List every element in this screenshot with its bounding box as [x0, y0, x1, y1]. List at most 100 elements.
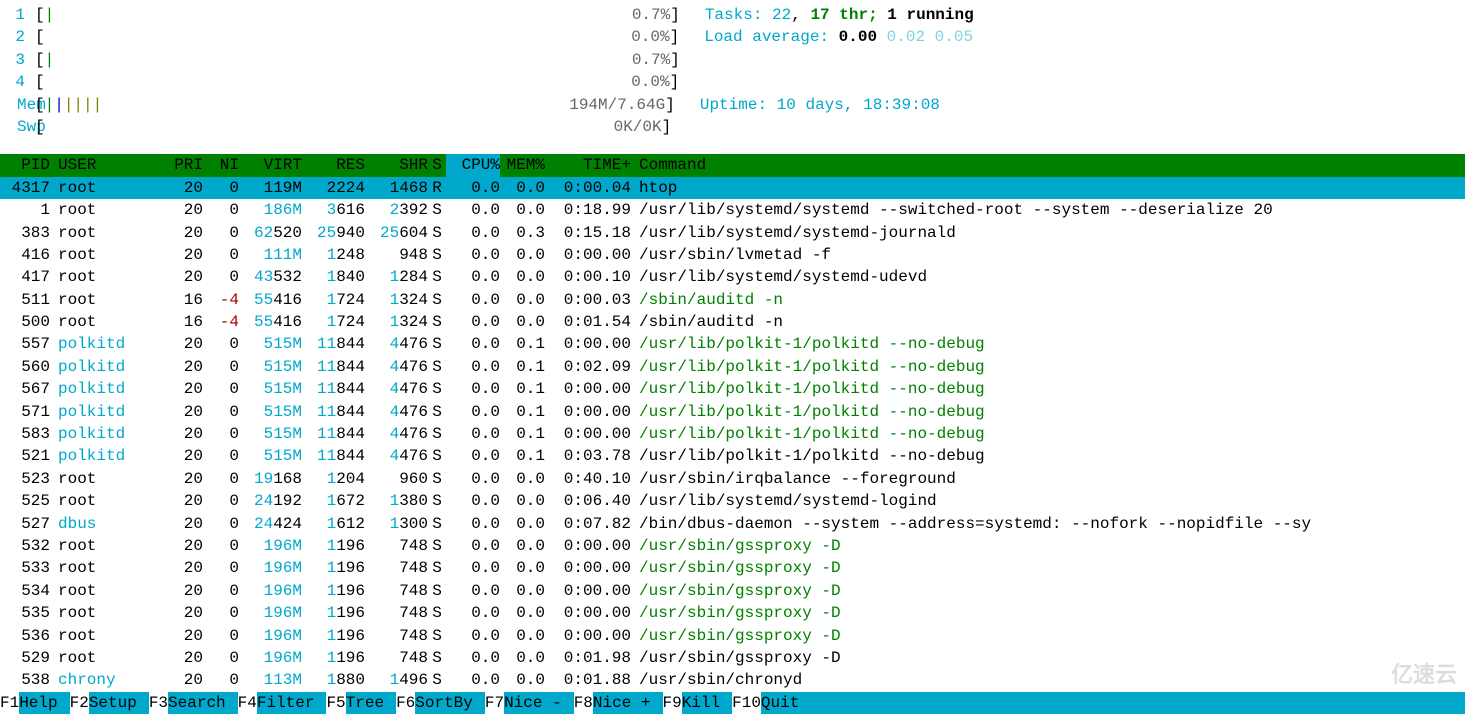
fkey-f2[interactable]: F2	[70, 692, 89, 714]
process-row[interactable]: 500 root 16 -4 55416 1724 1324 S 0.0 0.0…	[0, 311, 1465, 333]
footer-bar: F1HelpF2SetupF3SearchF4FilterF5TreeF6Sor…	[0, 692, 1465, 714]
col-user[interactable]: USER	[54, 154, 149, 176]
pri: 20	[149, 266, 203, 288]
fkey-f1[interactable]: F1	[0, 692, 19, 714]
flabel-search[interactable]: Search	[168, 692, 238, 714]
process-row[interactable]: 583 polkitd 20 0 515M 11844 4476 S 0.0 0…	[0, 423, 1465, 445]
time: 0:00.00	[545, 625, 635, 647]
fkey-f5[interactable]: F5	[326, 692, 345, 714]
mem-pct: 0.0	[500, 535, 545, 557]
process-row[interactable]: 4317 root 20 0 119M 2224 1468 R 0.0 0.0 …	[0, 177, 1465, 199]
time: 0:00.03	[545, 289, 635, 311]
process-row[interactable]: 535 root 20 0 196M 1196 748 S 0.0 0.0 0:…	[0, 602, 1465, 624]
process-list[interactable]: 4317 root 20 0 119M 2224 1468 R 0.0 0.0 …	[0, 177, 1465, 692]
res: 1196	[302, 602, 365, 624]
pid: 583	[0, 423, 54, 445]
col-virt[interactable]: VIRT	[239, 154, 302, 176]
process-row[interactable]: 529 root 20 0 196M 1196 748 S 0.0 0.0 0:…	[0, 647, 1465, 669]
fkey-f6[interactable]: F6	[396, 692, 415, 714]
col-mem[interactable]: MEM%	[500, 154, 545, 176]
pid: 571	[0, 401, 54, 423]
pid: 1	[0, 199, 54, 221]
virt: 196M	[239, 647, 302, 669]
process-row[interactable]: 525 root 20 0 24192 1672 1380 S 0.0 0.0 …	[0, 490, 1465, 512]
flabel-nice-+[interactable]: Nice +	[593, 692, 663, 714]
process-row[interactable]: 416 root 20 0 111M 1248 948 S 0.0 0.0 0:…	[0, 244, 1465, 266]
state: S	[428, 513, 446, 535]
col-pid[interactable]: PID	[0, 154, 54, 176]
cpu-number: 4	[0, 71, 35, 93]
pri: 20	[149, 177, 203, 199]
fkey-f7[interactable]: F7	[485, 692, 504, 714]
user: root	[54, 647, 149, 669]
cpu-percent: 0.0%	[620, 71, 670, 93]
user: polkitd	[54, 378, 149, 400]
flabel-tree[interactable]: Tree	[346, 692, 396, 714]
shr: 25604	[365, 222, 428, 244]
col-pri[interactable]: PRI	[149, 154, 203, 176]
cpu-number: 2	[0, 26, 35, 48]
process-row[interactable]: 538 chrony 20 0 113M 1880 1496 S 0.0 0.0…	[0, 669, 1465, 691]
command: /usr/lib/polkit-1/polkitd --no-debug	[635, 445, 1465, 467]
flabel-filter[interactable]: Filter	[257, 692, 327, 714]
process-row[interactable]: 521 polkitd 20 0 515M 11844 4476 S 0.0 0…	[0, 445, 1465, 467]
user: dbus	[54, 513, 149, 535]
flabel-nice--[interactable]: Nice -	[504, 692, 574, 714]
cpu-meter-4: 4 [ 0.0% ]	[0, 71, 1465, 93]
process-row[interactable]: 532 root 20 0 196M 1196 748 S 0.0 0.0 0:…	[0, 535, 1465, 557]
fkey-f8[interactable]: F8	[574, 692, 593, 714]
res: 1724	[302, 289, 365, 311]
process-row[interactable]: 1 root 20 0 186M 3616 2392 S 0.0 0.0 0:1…	[0, 199, 1465, 221]
fkey-f4[interactable]: F4	[238, 692, 257, 714]
virt: 62520	[239, 222, 302, 244]
pri: 20	[149, 557, 203, 579]
process-row[interactable]: 523 root 20 0 19168 1204 960 S 0.0 0.0 0…	[0, 468, 1465, 490]
flabel-sortby[interactable]: SortBy	[415, 692, 485, 714]
command: /usr/sbin/gssproxy -D	[635, 625, 1465, 647]
process-row[interactable]: 567 polkitd 20 0 515M 11844 4476 S 0.0 0…	[0, 378, 1465, 400]
flabel-kill[interactable]: Kill	[682, 692, 732, 714]
virt: 55416	[239, 289, 302, 311]
col-res[interactable]: RES	[302, 154, 365, 176]
fkey-f3[interactable]: F3	[149, 692, 168, 714]
process-row[interactable]: 534 root 20 0 196M 1196 748 S 0.0 0.0 0:…	[0, 580, 1465, 602]
col-shr[interactable]: SHR	[365, 154, 428, 176]
pid: 383	[0, 222, 54, 244]
col-ni[interactable]: NI	[203, 154, 239, 176]
process-row[interactable]: 557 polkitd 20 0 515M 11844 4476 S 0.0 0…	[0, 333, 1465, 355]
time: 0:03.78	[545, 445, 635, 467]
state: S	[428, 468, 446, 490]
command: /sbin/auditd -n	[635, 289, 1465, 311]
process-row[interactable]: 527 dbus 20 0 24424 1612 1300 S 0.0 0.0 …	[0, 513, 1465, 535]
col-s[interactable]: S	[428, 154, 446, 176]
fkey-f9[interactable]: F9	[663, 692, 682, 714]
process-row[interactable]: 536 root 20 0 196M 1196 748 S 0.0 0.0 0:…	[0, 625, 1465, 647]
flabel-setup[interactable]: Setup	[89, 692, 149, 714]
time: 0:00.00	[545, 557, 635, 579]
flabel-quit[interactable]: Quit	[761, 692, 811, 714]
ni: -4	[203, 289, 239, 311]
command: /usr/lib/systemd/systemd-journald	[635, 222, 1465, 244]
table-header[interactable]: PID USER PRI NI VIRT RES SHR S CPU% MEM%…	[0, 154, 1465, 176]
cpu-pct: 0.0	[446, 468, 500, 490]
shr: 748	[365, 557, 428, 579]
pri: 20	[149, 356, 203, 378]
flabel-help[interactable]: Help	[19, 692, 69, 714]
process-row[interactable]: 533 root 20 0 196M 1196 748 S 0.0 0.0 0:…	[0, 557, 1465, 579]
process-row[interactable]: 511 root 16 -4 55416 1724 1324 S 0.0 0.0…	[0, 289, 1465, 311]
process-row[interactable]: 560 polkitd 20 0 515M 11844 4476 S 0.0 0…	[0, 356, 1465, 378]
virt: 196M	[239, 580, 302, 602]
process-row[interactable]: 571 polkitd 20 0 515M 11844 4476 S 0.0 0…	[0, 401, 1465, 423]
col-command[interactable]: Command	[635, 154, 1465, 176]
fkey-f10[interactable]: F10	[732, 692, 761, 714]
time: 0:00.00	[545, 535, 635, 557]
pid: 536	[0, 625, 54, 647]
col-time[interactable]: TIME+	[545, 154, 635, 176]
pri: 20	[149, 669, 203, 691]
process-row[interactable]: 417 root 20 0 43532 1840 1284 S 0.0 0.0 …	[0, 266, 1465, 288]
pri: 20	[149, 333, 203, 355]
col-cpu[interactable]: CPU%	[446, 154, 500, 176]
process-row[interactable]: 383 root 20 0 62520 25940 25604 S 0.0 0.…	[0, 222, 1465, 244]
pri: 20	[149, 625, 203, 647]
pid: 532	[0, 535, 54, 557]
